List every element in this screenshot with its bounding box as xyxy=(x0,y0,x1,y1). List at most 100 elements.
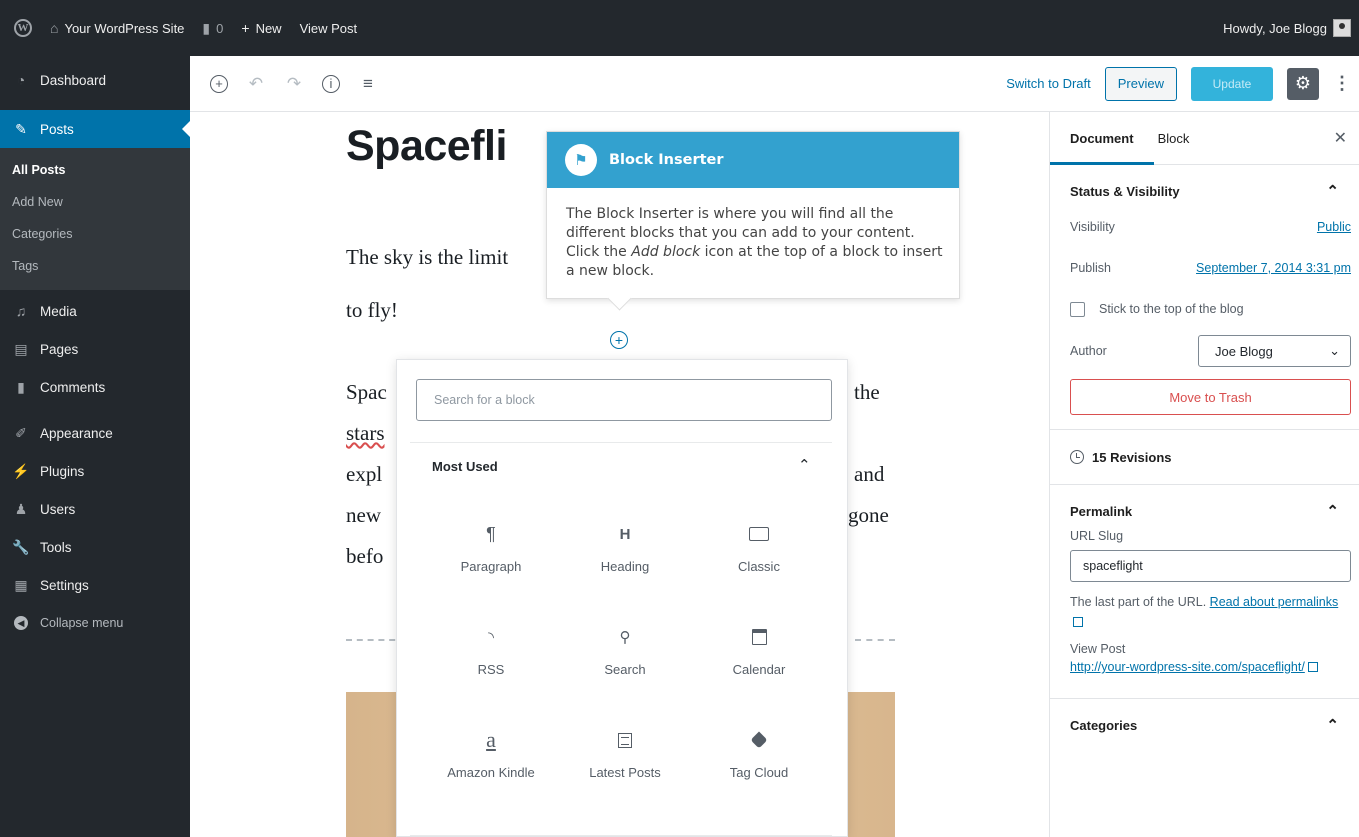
author-value: Joe Blogg xyxy=(1215,343,1273,359)
comments-link[interactable]: ▮ 0 xyxy=(193,0,232,56)
block-item-classic[interactable]: Classic xyxy=(692,502,826,595)
sidebar-item-posts[interactable]: ✎ Posts xyxy=(0,110,190,148)
submenu-tags[interactable]: Tags xyxy=(0,250,190,282)
visibility-value[interactable]: Public xyxy=(1317,220,1351,234)
view-post-url-link[interactable]: http://your-wordpress-site.com/spaceflig… xyxy=(1070,660,1305,674)
paragraph-fragment: and xyxy=(854,462,885,486)
block-item-search[interactable]: ⚲ Search xyxy=(558,605,692,698)
submenu-add-new[interactable]: Add New xyxy=(0,186,190,218)
categories-toggle[interactable]: Categories ⌃ xyxy=(1050,699,1359,751)
sidebar-item-media[interactable]: ♫ Media xyxy=(0,292,190,330)
paragraph-fragment: stars xyxy=(346,421,385,445)
heading-icon: H xyxy=(619,525,631,543)
view-post-label: View Post xyxy=(299,20,358,36)
submenu-all-posts[interactable]: All Posts xyxy=(0,154,190,186)
sidebar-item-users[interactable]: ♟ Users xyxy=(0,490,190,528)
close-icon[interactable]: ✕ xyxy=(1334,128,1347,148)
admin-bar: W ⌂ Your WordPress Site ▮ 0 + New View P… xyxy=(0,0,1359,56)
account-menu[interactable]: Howdy, Joe Blogg xyxy=(1214,0,1359,56)
gear-icon[interactable]: ⚙ xyxy=(1287,67,1319,100)
clock-icon xyxy=(1070,450,1084,464)
search-icon: ⚲ xyxy=(619,629,631,646)
collapse-icon: ◀ xyxy=(14,616,28,630)
chevron-up-icon[interactable]: ⌃ xyxy=(798,456,811,474)
dashboard-icon: ◔ xyxy=(16,72,26,88)
block-item-latest-posts[interactable]: Latest Posts xyxy=(558,708,692,801)
panel-tabs: Document Block ✕ xyxy=(1050,112,1359,165)
new-content-link[interactable]: + New xyxy=(232,0,290,56)
view-post-link[interactable]: View Post xyxy=(291,0,367,56)
sidebar-item-settings[interactable]: ▦ Settings xyxy=(0,566,190,604)
tab-document[interactable]: Document xyxy=(1050,112,1154,165)
comments-icon: ▮ xyxy=(17,378,25,395)
tooltip-emphasis: Add block xyxy=(631,244,701,260)
tab-block[interactable]: Block xyxy=(1154,112,1210,165)
sidebar-item-comments[interactable]: ▮ Comments xyxy=(0,368,190,406)
paragraph-line[interactable]: to fly! xyxy=(346,298,398,323)
switch-to-draft-button[interactable]: Switch to Draft xyxy=(1006,76,1091,91)
comments-count: 0 xyxy=(216,20,224,36)
home-icon: ⌂ xyxy=(50,20,59,36)
block-label: Calendar xyxy=(732,662,786,677)
block-item-tag-cloud[interactable]: Tag Cloud xyxy=(692,708,826,801)
url-slug-input[interactable]: spaceflight xyxy=(1070,550,1351,582)
post-title[interactable]: Spacefli xyxy=(346,122,507,171)
add-block-icon[interactable]: + xyxy=(610,331,628,349)
howdy-label: Howdy, Joe Blogg xyxy=(1223,20,1327,36)
paragraph-block[interactable]: Spac stars expl new befo xyxy=(346,372,387,577)
move-to-trash-button[interactable]: Move to Trash xyxy=(1070,379,1351,415)
block-item-amazon-kindle[interactable]: a Amazon Kindle xyxy=(424,708,558,801)
chevron-up-icon: ⌃ xyxy=(1326,183,1339,200)
preview-button[interactable]: Preview xyxy=(1104,66,1177,101)
separator-block[interactable] xyxy=(855,639,895,641)
wordpress-logo-button[interactable]: W xyxy=(0,0,41,56)
collapse-menu-button[interactable]: ◀ Collapse menu xyxy=(0,604,190,642)
undo-icon[interactable]: ↶ xyxy=(246,74,266,94)
redo-icon[interactable]: ↷ xyxy=(284,74,304,94)
block-item-paragraph[interactable]: ¶ Paragraph xyxy=(424,502,558,595)
rss-icon: ◝ xyxy=(488,629,494,646)
sidebar-item-label: Appearance xyxy=(40,425,113,441)
section-title: Status & Visibility xyxy=(1070,183,1180,199)
amazon-icon: a xyxy=(486,727,496,752)
sidebar-item-dashboard[interactable]: ◔ Dashboard xyxy=(0,58,190,102)
revisions-link[interactable]: 15 Revisions xyxy=(1050,430,1359,484)
publish-date[interactable]: September 7, 2014 3:31 pm xyxy=(1196,261,1351,275)
block-item-heading[interactable]: H Heading xyxy=(558,502,692,595)
url-slug-label: URL Slug xyxy=(1070,529,1124,543)
sidebar-item-pages[interactable]: ▤ Pages xyxy=(0,330,190,368)
categories-section: Categories ⌃ xyxy=(1050,699,1359,751)
update-button[interactable]: Update xyxy=(1191,66,1273,101)
paragraph-line[interactable]: The sky is the limit xyxy=(346,245,508,270)
site-name-link[interactable]: ⌂ Your WordPress Site xyxy=(41,0,193,56)
editor-toolbar: + ↶ ↷ i ≡ Switch to Draft Preview Update… xyxy=(190,56,1359,112)
media-icon: ♫ xyxy=(15,303,27,319)
sidebar-item-label: Plugins xyxy=(40,463,85,479)
block-item-rss[interactable]: ◝ RSS xyxy=(424,605,558,698)
most-used-title[interactable]: Most Used xyxy=(432,459,498,474)
paragraph-block-right[interactable]: the and gone xyxy=(848,372,889,536)
external-link-icon xyxy=(1073,617,1083,627)
sidebar-item-plugins[interactable]: ⚡ Plugins xyxy=(0,452,190,490)
brush-icon: ✐ xyxy=(15,424,27,441)
author-select[interactable]: Joe Blogg ⌄ xyxy=(1198,335,1351,367)
sidebar-item-label: Settings xyxy=(40,577,89,593)
info-icon[interactable]: i xyxy=(322,74,340,93)
sidebar-item-appearance[interactable]: ✐ Appearance xyxy=(0,414,190,452)
block-search-input[interactable]: Search for a block xyxy=(416,379,832,421)
block-label: Paragraph xyxy=(460,559,522,574)
add-block-icon[interactable]: + xyxy=(210,74,228,93)
submenu-categories[interactable]: Categories xyxy=(0,218,190,250)
sticky-checkbox[interactable] xyxy=(1070,301,1085,317)
more-menu-icon[interactable]: ⋮ xyxy=(1333,73,1351,94)
block-label: Heading xyxy=(600,559,650,574)
block-item-calendar[interactable]: Calendar xyxy=(692,605,826,698)
block-inserter-tooltip: ⚑ Block Inserter The Block Inserter is w… xyxy=(546,131,960,299)
sidebar-item-tools[interactable]: 🔧 Tools xyxy=(0,528,190,566)
sidebar-item-label: Users xyxy=(40,501,76,517)
chevron-down-icon: ⌄ xyxy=(1329,343,1340,358)
sidebar-item-label: Tools xyxy=(40,539,72,555)
sidebar-item-label: Dashboard xyxy=(40,72,107,88)
block-navigation-icon[interactable]: ≡ xyxy=(358,74,378,94)
read-about-permalinks-link[interactable]: Read about permalinks xyxy=(1210,595,1339,609)
